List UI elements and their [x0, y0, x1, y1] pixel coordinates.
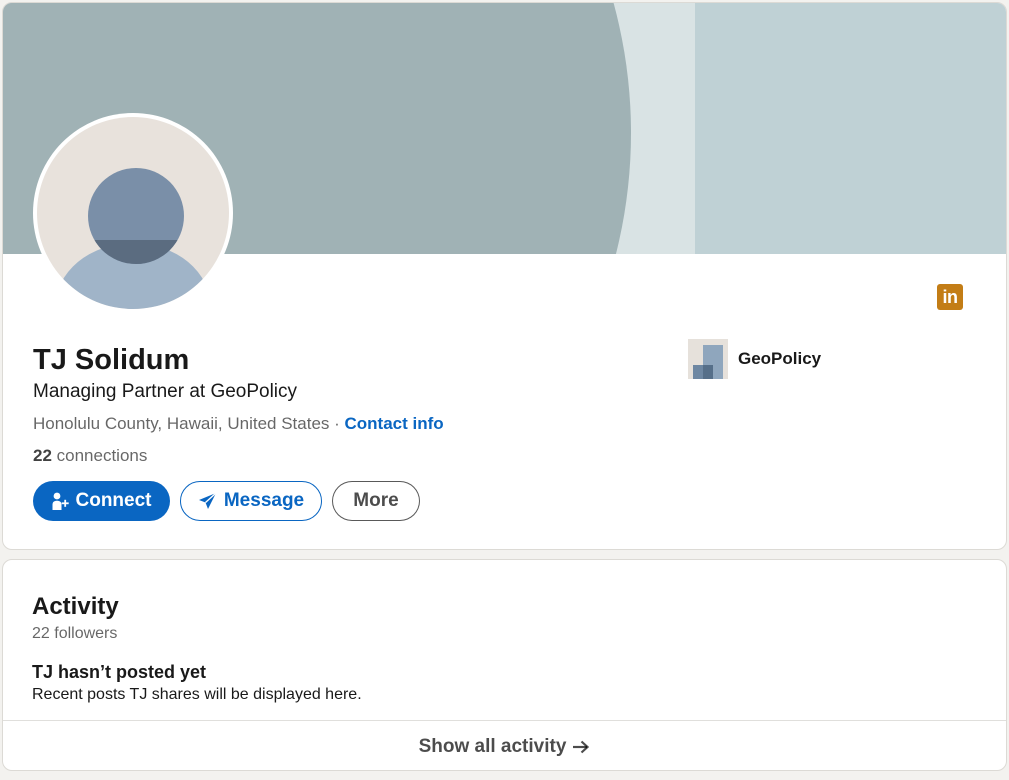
activity-card: Activity 22 followers TJ hasn’t posted y… — [2, 559, 1007, 771]
person-add-icon — [52, 492, 69, 511]
message-button[interactable]: Message — [180, 481, 322, 521]
location-line: Honolulu County, Hawaii, United States ·… — [33, 412, 444, 436]
more-button[interactable]: More — [332, 481, 420, 521]
company-logo — [688, 339, 728, 379]
avatar-placeholder-icon — [37, 117, 229, 309]
avatar-head-shape — [88, 168, 184, 264]
profile-name: TJ Solidum — [33, 344, 190, 376]
connections-count[interactable]: 22 connections — [33, 444, 147, 468]
company-name: GeoPolicy — [738, 349, 822, 368]
show-all-activity-label: Show all activity — [418, 735, 567, 757]
linkedin-icon: in — [937, 284, 963, 310]
contact-info-link[interactable]: Contact info — [345, 414, 444, 433]
profile-headline: Managing Partner at GeoPolicy — [33, 381, 298, 402]
show-all-activity-button[interactable]: Show all activity — [3, 720, 1006, 770]
connections-label: connections — [51, 446, 148, 465]
profile-actions: Connect Message More — [33, 481, 420, 521]
profile-avatar[interactable] — [33, 113, 233, 313]
send-icon — [198, 491, 217, 511]
connections-number: 22 — [33, 446, 52, 465]
profile-location: Honolulu County, Hawaii, United States — [33, 414, 330, 433]
connect-label: Connect — [75, 490, 152, 511]
connect-button[interactable]: Connect — [33, 481, 170, 521]
logo-overlap-block — [703, 365, 713, 379]
activity-title: Activity — [32, 593, 119, 620]
empty-state-subtitle: Recent posts TJ shares will be displayed… — [32, 686, 362, 703]
arrow-right-icon — [572, 739, 590, 755]
current-company-link[interactable]: GeoPolicy — [688, 339, 821, 379]
location-separator: · — [329, 414, 345, 433]
message-label: Message — [223, 490, 305, 511]
followers-count[interactable]: 22 followers — [32, 623, 117, 645]
empty-state-title: TJ hasn’t posted yet — [32, 662, 207, 682]
profile-card: in TJ Solidum Managing Partner at GeoPol… — [2, 2, 1007, 550]
